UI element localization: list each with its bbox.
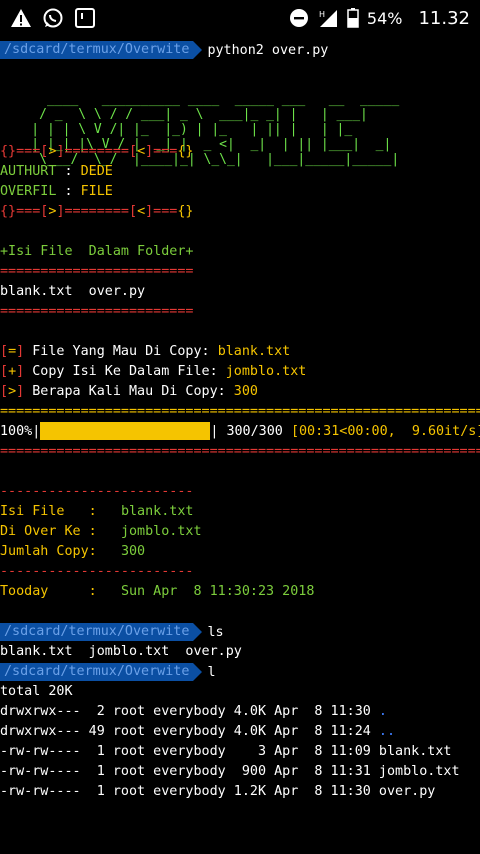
prompt-path: /sdcard/termux/Overwite xyxy=(0,663,203,681)
question-count: [>] Berapa Kali Mau Di Copy: 300 xyxy=(0,384,258,399)
terminal-output[interactable]: /sdcard/termux/Overwite python2 over.py … xyxy=(0,40,480,802)
summary-count: Jumlah Copy: 300 xyxy=(0,544,146,559)
terminal-notification-icon xyxy=(74,7,96,29)
summary-target: Di Over Ke : jomblo.txt xyxy=(0,524,202,539)
command: ls xyxy=(207,624,224,640)
divider: ========================================… xyxy=(0,444,480,459)
divider: ======================== xyxy=(0,264,194,279)
separator: {}===[>]========[<]==={} xyxy=(0,204,194,219)
battery-percent: 54% xyxy=(366,8,403,28)
prompt-path: /sdcard/termux/Overwite xyxy=(0,41,203,59)
today-line: Tooday : Sun Apr 8 11:30:23 2018 xyxy=(0,584,315,599)
status-bar: H 54% 11.32 xyxy=(0,0,480,36)
list-item: -rw-rw---- 1 root everybody 1.2K Apr 8 1… xyxy=(0,784,436,799)
do-not-disturb-icon xyxy=(289,8,309,28)
overfil-line: OVERFIL : FILE xyxy=(0,184,113,199)
list-item: -rw-rw---- 1 root everybody 3 Apr 8 11:0… xyxy=(0,744,452,759)
prompt-line: /sdcard/termux/Overwite python2 over.py xyxy=(0,40,480,60)
total-line: total 20K xyxy=(0,684,73,699)
dash-divider: ------------------------ xyxy=(0,484,194,499)
progress-bar xyxy=(40,422,211,440)
divider: ======================== xyxy=(0,304,194,319)
svg-text:H: H xyxy=(319,10,325,19)
list-item: drwxrwx--- 2 root everybody 4.0K Apr 8 1… xyxy=(0,704,387,719)
dash-divider: ------------------------ xyxy=(0,564,194,579)
divider: ========================================… xyxy=(0,404,480,419)
clock: 11.32 xyxy=(418,7,470,29)
progress-line: 100%| | 300/300 [00:31<00:00, 9.60it/s] xyxy=(0,422,480,440)
whatsapp-icon xyxy=(42,7,64,29)
battery-icon xyxy=(347,8,359,28)
file-listing: blank.txt over.py xyxy=(0,284,146,299)
question-file: [=] File Yang Mau Di Copy: blank.txt xyxy=(0,344,291,359)
ascii-banner: ____ __________ ____ _____ ___ __ _____ … xyxy=(0,92,400,167)
command: l xyxy=(207,664,216,680)
question-target: [+] Copy Isi Ke Dalam File: jomblo.txt xyxy=(0,364,307,379)
command: python2 over.py xyxy=(207,42,329,58)
prompt-line: /sdcard/termux/Overwite l xyxy=(0,662,480,682)
prompt-path: /sdcard/termux/Overwite xyxy=(0,623,203,641)
signal-icon: H xyxy=(317,8,339,28)
warning-icon xyxy=(10,8,32,28)
isi-header: +Isi File Dalam Folder+ xyxy=(0,244,194,259)
list-item: drwxrwx--- 49 root everybody 4.0K Apr 8 … xyxy=(0,724,396,739)
list-item: -rw-rw---- 1 root everybody 900 Apr 8 11… xyxy=(0,764,460,779)
summary-source: Isi File : blank.txt xyxy=(0,504,194,519)
ls-output: blank.txt jomblo.txt over.py xyxy=(0,644,242,659)
long-listing: drwxrwx--- 2 root everybody 4.0K Apr 8 1… xyxy=(0,702,480,802)
prompt-line: /sdcard/termux/Overwite ls xyxy=(0,622,480,642)
